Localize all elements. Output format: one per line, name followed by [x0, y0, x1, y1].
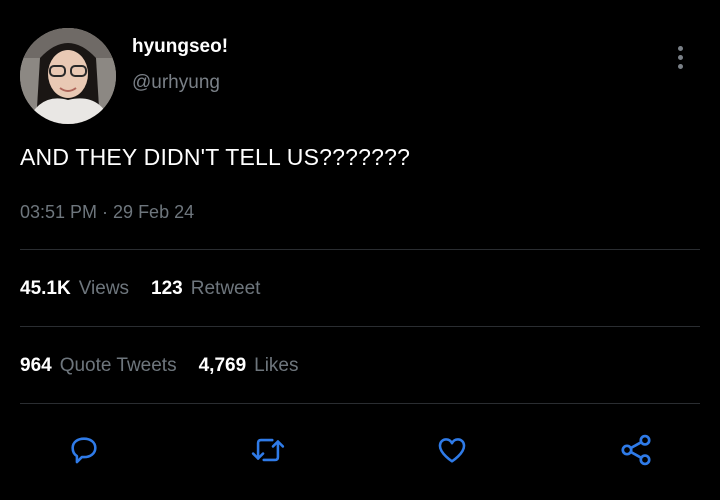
avatar[interactable] — [20, 28, 116, 124]
views-stat[interactable]: 45.1K Views — [20, 278, 129, 300]
share-button[interactable] — [616, 430, 656, 470]
likes-stat[interactable]: 4,769 Likes — [199, 355, 299, 377]
share-icon — [621, 434, 651, 466]
views-count: 45.1K — [20, 278, 71, 299]
display-name[interactable]: hyungseo! — [132, 36, 228, 58]
reply-icon — [71, 437, 97, 464]
likes-label: Likes — [254, 355, 299, 376]
quote-tweets-count: 964 — [20, 355, 52, 376]
quote-tweets-stat[interactable]: 964 Quote Tweets — [20, 355, 177, 377]
stats-row-views: 45.1K Views 123 Retweet — [20, 278, 260, 300]
like-button[interactable] — [432, 430, 472, 470]
retweet-stat[interactable]: 123 Retweet — [151, 278, 260, 300]
views-label: Views — [78, 278, 130, 299]
likes-count: 4,769 — [198, 355, 247, 376]
stats-row-engagement: 964 Quote Tweets 4,769 Likes — [20, 355, 299, 377]
tweet-timestamp: 03:51 PM · 29 Feb 24 — [20, 202, 195, 222]
divider — [20, 403, 700, 404]
tweet-text: AND THEY DIDN'T TELL US??????? — [20, 144, 411, 170]
like-icon — [438, 438, 466, 463]
avatar-photo — [20, 28, 116, 124]
retweet-label: Retweet — [190, 278, 261, 299]
divider — [20, 326, 700, 327]
more-options-icon[interactable] — [670, 46, 690, 76]
retweet-button[interactable] — [248, 430, 288, 470]
user-handle[interactable]: @urhyung — [132, 72, 220, 94]
quote-tweets-label: Quote Tweets — [59, 355, 177, 376]
divider — [20, 249, 700, 250]
reply-button[interactable] — [64, 430, 104, 470]
retweet-icon — [251, 438, 285, 462]
retweet-count: 123 — [151, 278, 183, 299]
